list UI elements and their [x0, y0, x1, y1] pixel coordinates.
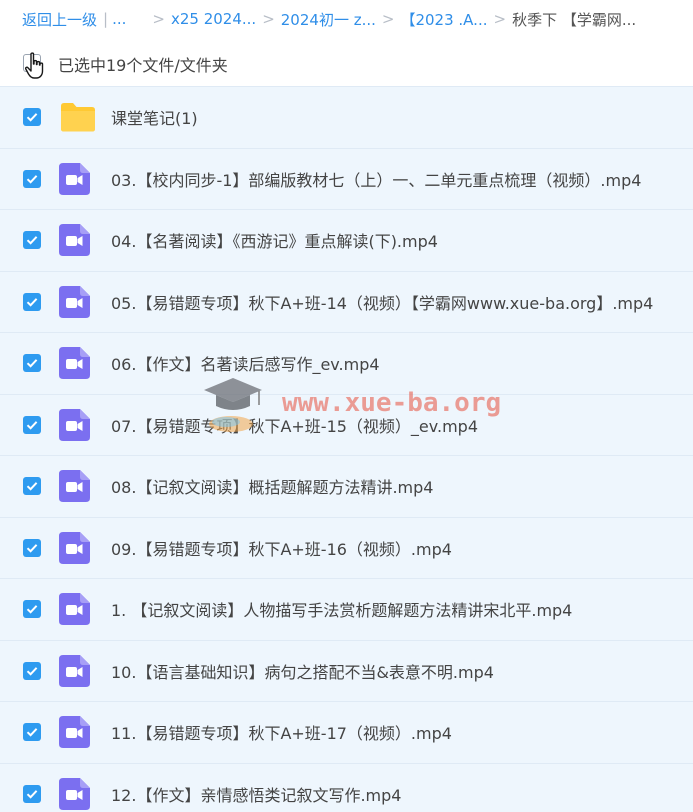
hand-cursor-icon: [24, 52, 44, 79]
row-checkbox[interactable]: [23, 108, 41, 127]
video-file-icon: [59, 777, 90, 810]
check-icon: [26, 297, 38, 307]
check-icon: [26, 359, 38, 368]
video-file-icon: [59, 285, 90, 318]
row-checkbox[interactable]: [23, 477, 41, 496]
video-file-icon: [59, 408, 90, 441]
file-row[interactable]: 08.【记叙文阅读】概括题解题方法精讲.mp4: [0, 455, 693, 517]
file-name[interactable]: 06.【作文】名著读后感写作_ev.mp4: [111, 351, 380, 375]
file-row[interactable]: 06.【作文】名著读后感写作_ev.mp4: [0, 332, 693, 394]
file-name[interactable]: 05.【易错题专项】秋下A+班-14（视频）【学霸网www.xue-ba.org…: [111, 290, 653, 314]
check-icon: [26, 482, 38, 491]
file-name[interactable]: 09.【易错题专项】秋下A+班-16（视频）.mp4: [111, 536, 452, 560]
file-row[interactable]: 1. 【记叙文阅读】人物描写手法赏析题解题方法精讲宋北平.mp4: [0, 578, 693, 640]
file-name[interactable]: 课堂笔记(1): [111, 105, 198, 129]
file-row[interactable]: 04.【名著阅读】《西游记》重点解读(下).mp4: [0, 209, 693, 271]
file-list: 课堂笔记(1) 03.【校内同步-1】部编版教材七（上）一、二单元重点梳理（视频…: [0, 86, 693, 812]
breadcrumb-ellipsis[interactable]: ...: [112, 10, 126, 28]
breadcrumb-item[interactable]: 2024初一 z...: [281, 9, 376, 30]
file-row[interactable]: 07.【易错题专项】秋下A+班-15（视频）_ev.mp4: [0, 393, 693, 455]
file-name[interactable]: 04.【名著阅读】《西游记》重点解读(下).mp4: [111, 228, 438, 252]
check-icon: [26, 543, 38, 553]
row-checkbox[interactable]: [23, 354, 41, 373]
check-icon: [26, 789, 38, 799]
file-row[interactable]: 03.【校内同步-1】部编版教材七（上）一、二单元重点梳理（视频）.mp4: [0, 147, 693, 209]
video-file-icon: [59, 470, 90, 503]
file-name[interactable]: 08.【记叙文阅读】概括题解题方法精讲.mp4: [111, 474, 433, 498]
check-icon: [26, 728, 38, 737]
row-checkbox[interactable]: [23, 784, 41, 803]
check-icon: [26, 605, 38, 614]
video-file-icon: [59, 347, 90, 380]
video-file-icon: [59, 531, 90, 564]
file-row[interactable]: 11.【易错题专项】秋下A+班-17（视频）.mp4: [0, 701, 693, 763]
file-name[interactable]: 12.【作文】亲情感悟类记叙文写作.mp4: [111, 782, 401, 806]
row-checkbox[interactable]: [23, 415, 41, 434]
check-icon: [26, 174, 38, 184]
breadcrumb-separator: >: [152, 10, 165, 28]
file-row[interactable]: 课堂笔记(1): [0, 86, 693, 148]
row-checkbox[interactable]: [23, 292, 41, 311]
row-checkbox[interactable]: [23, 600, 41, 619]
back-link[interactable]: 返回上一级: [22, 9, 97, 30]
video-file-icon: [59, 593, 90, 626]
video-file-icon: [59, 654, 90, 687]
selection-status: 已选中19个文件/文件夹: [58, 56, 228, 75]
check-icon: [26, 666, 38, 676]
file-name[interactable]: 11.【易错题专项】秋下A+班-17（视频）.mp4: [111, 720, 452, 744]
row-checkbox[interactable]: [23, 661, 41, 680]
row-checkbox[interactable]: [23, 231, 41, 250]
file-name[interactable]: 1. 【记叙文阅读】人物描写手法赏析题解题方法精讲宋北平.mp4: [111, 597, 572, 621]
check-icon: [26, 420, 38, 430]
breadcrumb-separator: >: [262, 10, 275, 28]
file-row[interactable]: 10.【语言基础知识】病句之搭配不当&表意不明.mp4: [0, 639, 693, 701]
row-checkbox[interactable]: [23, 723, 41, 742]
file-row[interactable]: 12.【作文】亲情感悟类记叙文写作.mp4: [0, 762, 693, 812]
breadcrumb: 返回上一级 | ... > x25 2024... > 2024初一 z... …: [0, 0, 693, 38]
breadcrumb-item[interactable]: 【2023 .A...: [400, 9, 487, 30]
file-name[interactable]: 03.【校内同步-1】部编版教材七（上）一、二单元重点梳理（视频）.mp4: [111, 167, 641, 191]
breadcrumb-item[interactable]: x25 2024...: [171, 10, 256, 28]
file-row[interactable]: 05.【易错题专项】秋下A+班-14（视频）【学霸网www.xue-ba.org…: [0, 270, 693, 332]
breadcrumb-separator: >: [493, 10, 507, 28]
check-icon: [26, 113, 38, 122]
file-row[interactable]: 09.【易错题专项】秋下A+班-16（视频）.mp4: [0, 516, 693, 578]
selection-bar: 已选中19个文件/文件夹: [0, 40, 693, 86]
video-file-icon: [59, 224, 90, 257]
breadcrumb-separator: >: [381, 10, 395, 28]
breadcrumb-divider: |: [103, 10, 109, 28]
video-file-icon: [59, 716, 90, 749]
file-name[interactable]: 10.【语言基础知识】病句之搭配不当&表意不明.mp4: [111, 659, 494, 683]
row-checkbox[interactable]: [23, 538, 41, 557]
row-checkbox[interactable]: [23, 169, 41, 188]
file-name[interactable]: 07.【易错题专项】秋下A+班-15（视频）_ev.mp4: [111, 413, 478, 437]
check-icon: [26, 236, 38, 245]
breadcrumb-current: 秋季下 【学霸网...: [512, 10, 637, 29]
video-file-icon: [59, 162, 90, 195]
folder-icon: [61, 103, 95, 132]
